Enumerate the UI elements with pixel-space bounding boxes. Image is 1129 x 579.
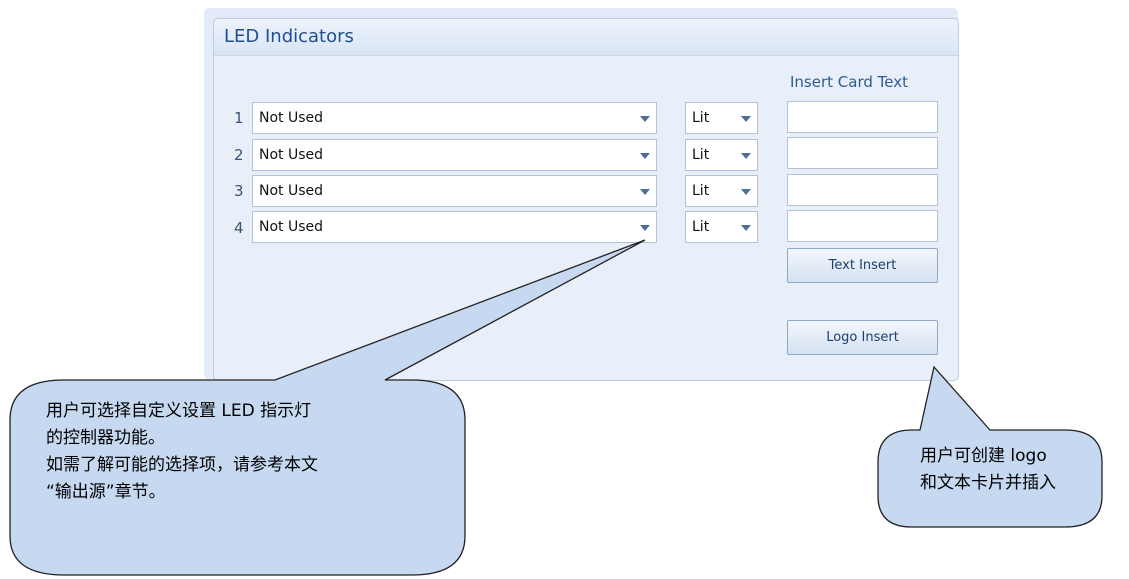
led-function-callout-text: 用户可选择自定义设置 LED 指示灯 的控制器功能。 如需了解可能的选择项，请参… bbox=[46, 398, 318, 506]
callout-line: 的控制器功能。 bbox=[46, 428, 165, 448]
callout-line: 用户可选择自定义设置 LED 指示灯 bbox=[46, 401, 312, 421]
callout-line: 用户可创建 logo bbox=[920, 446, 1047, 466]
insert-callout-text: 用户可创建 logo 和文本卡片并插入 bbox=[920, 443, 1056, 497]
callout-line: 如需了解可能的选择项，请参考本文 bbox=[46, 455, 318, 475]
callout-line: “输出源”章节。 bbox=[46, 482, 166, 502]
callout-line: 和文本卡片并插入 bbox=[920, 473, 1056, 493]
